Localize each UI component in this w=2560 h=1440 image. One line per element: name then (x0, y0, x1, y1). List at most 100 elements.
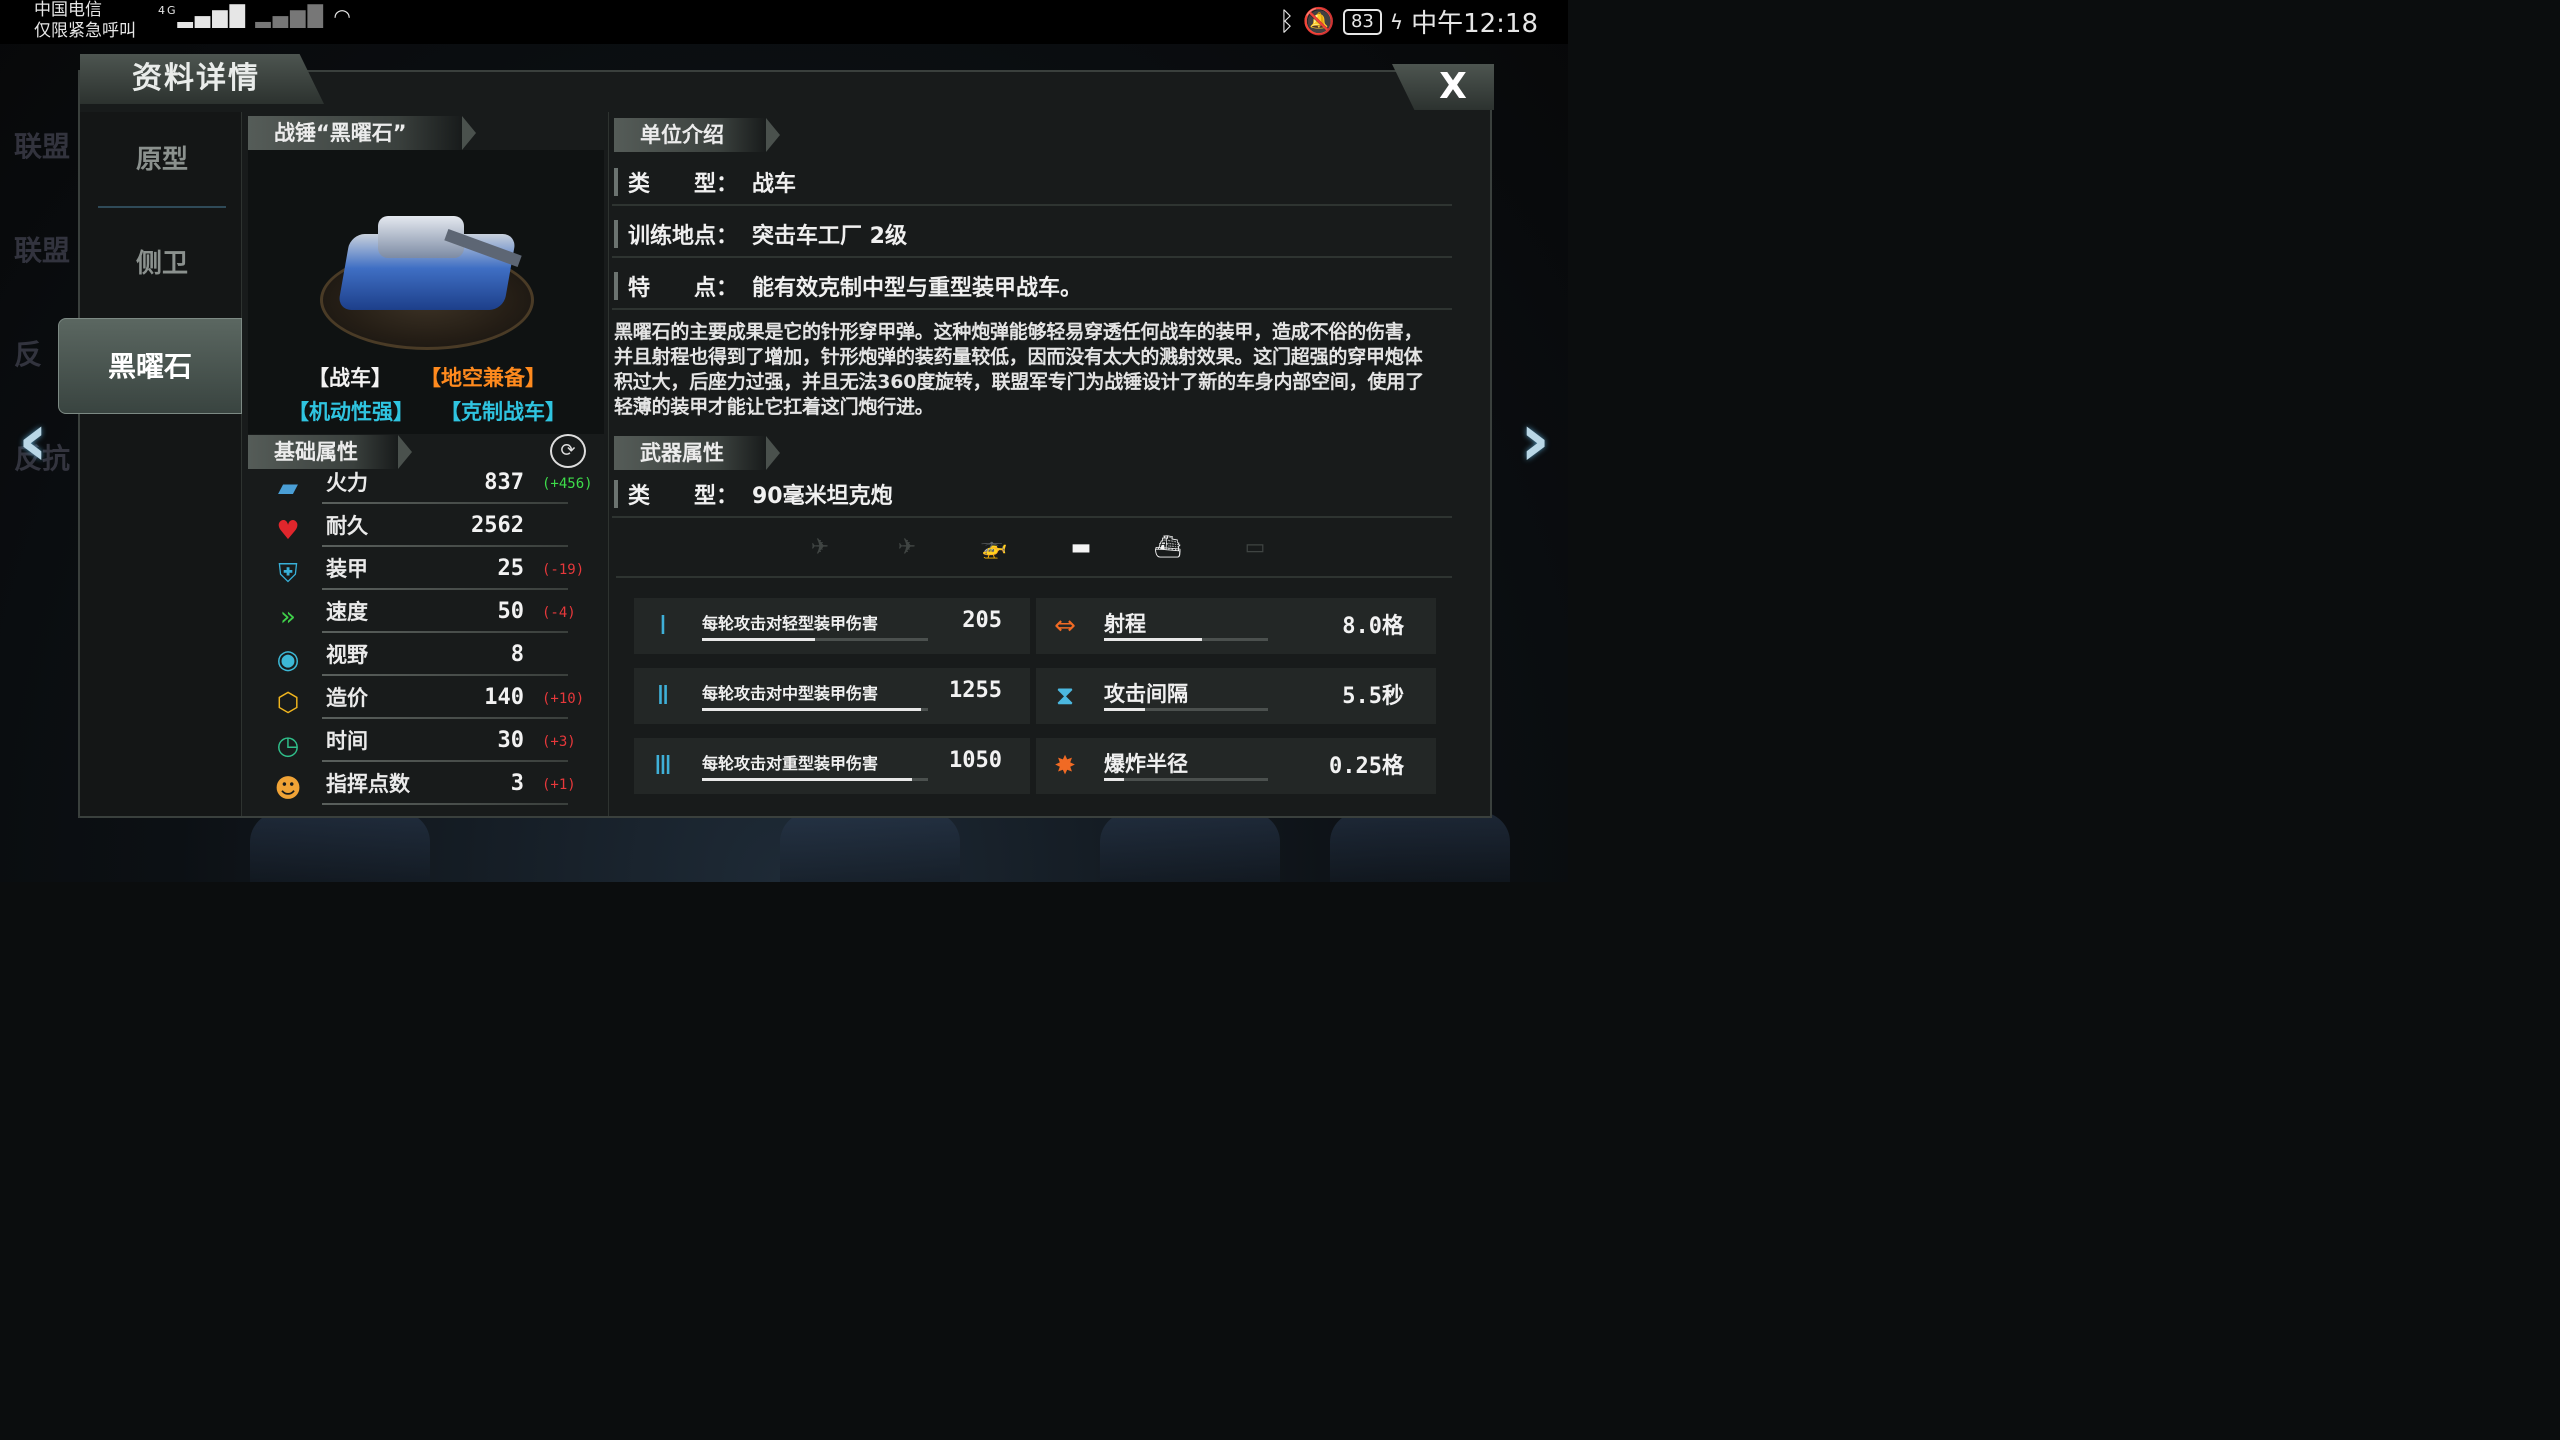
info-value: 突击车工厂 2级 (752, 224, 907, 249)
weapon-stat-label: 每轮攻击对轻型装甲伤害 (702, 614, 879, 633)
durability-heart-icon: ♥ (276, 516, 300, 546)
stat-underline (322, 502, 568, 504)
unit-tag: 【战车】 (308, 366, 392, 390)
stat-delta: (+1) (542, 777, 576, 793)
stat-delta: (-4) (542, 605, 576, 621)
weapon-stat-bar (1104, 638, 1202, 641)
weapon-stat-value: 5.5秒 (1342, 684, 1404, 709)
helicopter-icon: 🚁 (980, 535, 1008, 560)
weapon-type-row: 类 型： 90毫米坦克炮 (612, 470, 1452, 518)
armor-shield-icon: ⛨ (278, 559, 298, 589)
bomber-plane-icon: ✈ (897, 535, 917, 560)
stat-underline (322, 674, 568, 676)
weapon-stats-title: 武器属性 (640, 441, 724, 465)
next-unit-arrow-icon[interactable]: › (1508, 400, 1562, 480)
row-marker (614, 272, 618, 300)
stat-row: ▰ 火力 837 (+456) (270, 466, 593, 508)
submarine-icon: ▭ (1244, 535, 1266, 560)
stat-value: 30 (497, 728, 525, 753)
weapon-stat-card: Ⅲ 每轮攻击对重型装甲伤害 1050 (634, 738, 1030, 794)
status-bar: 中国电信 仅限紧急呼叫 4G▂▄▆█ ▂▄▆█ ◠ ᛒ 🔕 83 ϟ 中午12:… (0, 0, 1568, 44)
background-tank (1100, 812, 1280, 882)
weapon-stat-bar (702, 708, 921, 711)
stat-underline (322, 545, 568, 547)
info-key: 特 点： (628, 276, 739, 301)
stat-row: ♥ 耐久 2562 (270, 509, 586, 551)
status-right: ᛒ 🔕 83 ϟ 中午12:18 (1279, 3, 1538, 40)
weapon-stat-bar (702, 778, 912, 781)
stat-label: 装甲 (326, 557, 368, 581)
firepower-icon: ▰ (278, 473, 298, 503)
info-row-type: 类 型： 战车 (612, 158, 1452, 206)
weapon-stat-card: Ⅰ 每轮攻击对轻型装甲伤害 205 (634, 598, 1030, 654)
range-arrows-icon: ⇔ (1054, 611, 1076, 641)
previous-unit-arrow-icon[interactable]: ‹ (6, 400, 60, 480)
charging-icon: ϟ (1389, 9, 1404, 34)
unit-intro-header: 单位介绍 (614, 118, 780, 152)
stat-delta: (-19) (542, 562, 585, 578)
row-marker (614, 220, 618, 248)
medium-armor-damage-icon: Ⅱ (656, 681, 670, 711)
signal-strength-icon: ▂▄▆█ (177, 4, 248, 28)
nav-item-flanker[interactable]: 侧卫 (98, 216, 226, 312)
row-marker (614, 480, 618, 508)
background-sidebar-item: 联盟 (14, 234, 71, 267)
weapon-stat-label: 每轮攻击对中型装甲伤害 (702, 684, 879, 703)
weapon-stat-bar-track (1104, 778, 1268, 781)
speed-chevron-icon: » (280, 602, 296, 632)
cost-cube-icon: ⬡ (276, 688, 300, 718)
info-key: 类 型： (628, 172, 739, 197)
weapon-stat-card: ⧗ 攻击间隔 5.5秒 (1036, 668, 1436, 724)
info-row-features: 特 点： 能有效克制中型与重型装甲战车。 (612, 262, 1452, 310)
explosion-icon: ✸ (1054, 751, 1076, 781)
no-signal-icon: ▂▄▆█ (255, 4, 325, 28)
header-tip (766, 118, 780, 152)
background-tank (1330, 812, 1510, 882)
stat-underline (322, 631, 568, 633)
info-row-training-location: 训练地点： 突击车工厂 2级 (612, 210, 1452, 258)
background-tank (250, 812, 430, 882)
stat-delta: (+3) (542, 734, 576, 750)
stat-underline (322, 588, 568, 590)
battery-level: 83 (1342, 8, 1382, 35)
signal-icons: 4G▂▄▆█ ▂▄▆█ ◠ (158, 4, 353, 28)
stat-row: ◉ 视野 8 (270, 638, 586, 680)
stat-value: 50 (497, 599, 525, 624)
refresh-icon[interactable]: ⟳ (550, 434, 586, 468)
stat-label: 指挥点数 (326, 772, 410, 796)
stat-value: 3 (510, 771, 524, 796)
stat-label: 造价 (326, 686, 368, 710)
wifi-icon: ◠ (333, 4, 353, 28)
stat-value: 2562 (471, 513, 524, 538)
fighter-jet-icon: ✈ (810, 535, 830, 560)
stat-underline (322, 717, 568, 719)
weapon-stat-value: 205 (962, 608, 1002, 633)
base-stats-title: 基础属性 (274, 440, 358, 464)
light-armor-damage-icon: Ⅰ (659, 611, 667, 641)
weapon-stat-label: 攻击间隔 (1104, 682, 1188, 706)
hourglass-icon: ⧗ (1055, 681, 1075, 711)
stat-value: 140 (484, 685, 524, 710)
weapon-stat-value: 1050 (949, 748, 1002, 773)
header-tip (766, 436, 780, 470)
info-value: 能有效克制中型与重型装甲战车。 (752, 276, 1083, 301)
nav-item-obsidian-active[interactable]: 黑曜石 (58, 318, 242, 414)
weapon-stat-value: 1255 (949, 678, 1002, 703)
weapon-stat-value: 8.0格 (1342, 614, 1404, 639)
stat-delta: (+10) (542, 691, 585, 707)
header-tip (462, 116, 476, 150)
ship-icon: ⛴ (1154, 535, 1182, 560)
stat-underline (322, 760, 568, 762)
stat-value: 25 (497, 556, 525, 581)
weapon-stat-label: 爆炸半径 (1104, 752, 1188, 776)
weapon-stat-card: Ⅱ 每轮攻击对中型装甲伤害 1255 (634, 668, 1030, 724)
clock: 中午12:18 (1411, 9, 1538, 39)
background-tank (780, 812, 960, 882)
stat-label: 耐久 (326, 514, 368, 538)
command-points-icon: ☻ (274, 774, 302, 804)
weapon-stat-label: 射程 (1104, 612, 1146, 636)
weapon-stat-card: ⇔ 射程 8.0格 (1036, 598, 1436, 654)
nav-item-prototype[interactable]: 原型 (98, 112, 226, 208)
weapon-stat-card: ✸ 爆炸半径 0.25格 (1036, 738, 1436, 794)
unit-tag: 【机动性强】 (288, 400, 414, 424)
